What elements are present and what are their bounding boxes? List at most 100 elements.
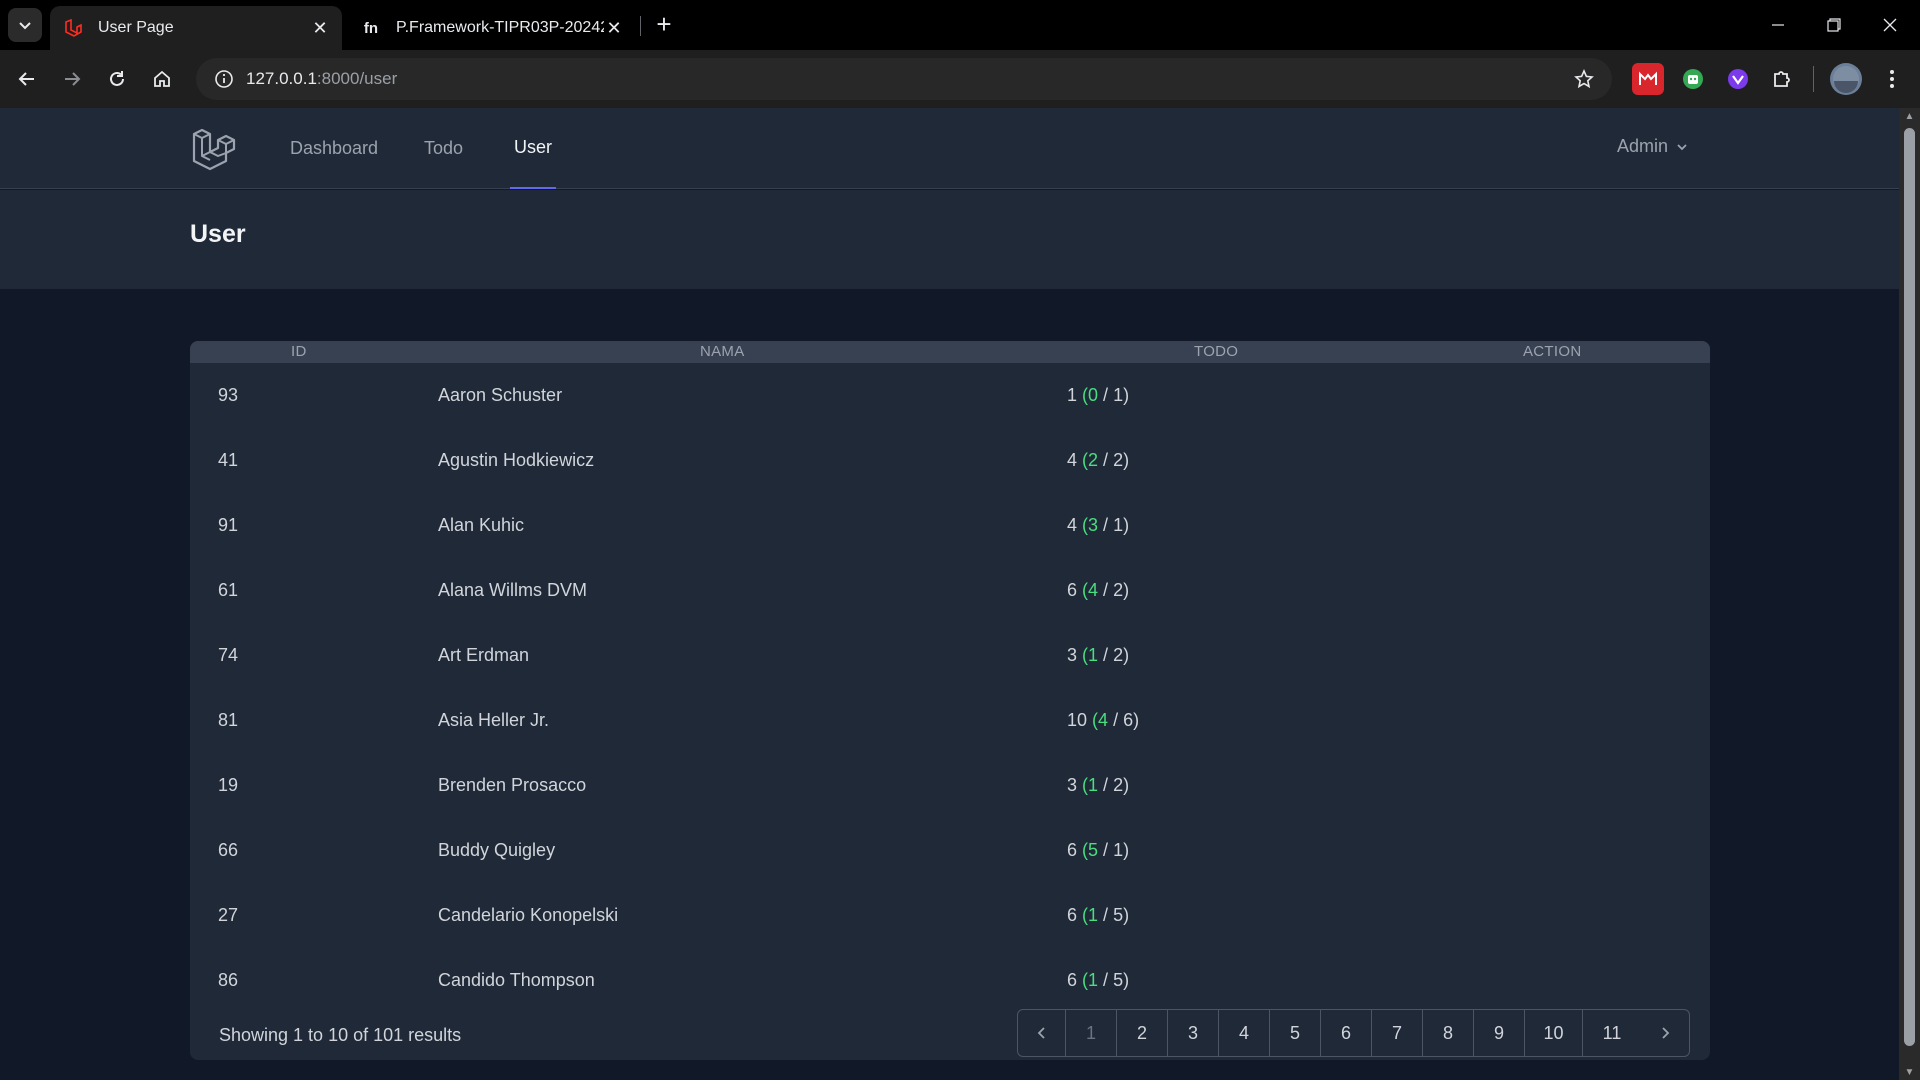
page-scrollbar[interactable]: ▲ ▼ bbox=[1899, 108, 1920, 1080]
todo-pending: 5 bbox=[1113, 905, 1124, 925]
back-button[interactable] bbox=[10, 62, 44, 96]
tab-title: User Page bbox=[98, 19, 174, 36]
reload-button[interactable] bbox=[100, 62, 134, 96]
laravel-favicon-icon bbox=[62, 17, 84, 39]
scrollbar-thumb[interactable] bbox=[1904, 128, 1915, 1046]
todo-total: 6 bbox=[1067, 905, 1078, 925]
pagination-page-10[interactable]: 10 bbox=[1525, 1010, 1583, 1056]
nav-link-dashboard[interactable]: Dashboard bbox=[290, 108, 378, 189]
todo-separator: / bbox=[1098, 840, 1114, 860]
page-header bbox=[0, 190, 1899, 289]
todo-done: 3 bbox=[1088, 515, 1099, 535]
todo-done: 1 bbox=[1088, 905, 1099, 925]
todo-separator: / bbox=[1098, 580, 1114, 600]
forward-button[interactable] bbox=[55, 62, 89, 96]
table-row: 91 Alan Kuhic 4 (3 / 1) bbox=[190, 493, 1710, 558]
cell-nama: Candido Thompson bbox=[438, 970, 595, 990]
todo-done: 1 bbox=[1088, 775, 1099, 795]
cell-id: 81 bbox=[218, 710, 239, 730]
cell-id: 19 bbox=[218, 775, 239, 795]
todo-separator: / bbox=[1098, 905, 1114, 925]
extensions-puzzle-icon[interactable] bbox=[1766, 63, 1798, 95]
cell-id: 86 bbox=[218, 970, 239, 990]
reload-icon bbox=[110, 71, 124, 86]
table-row: 66 Buddy Quigley 6 (5 / 1) bbox=[190, 818, 1710, 883]
table-row: 61 Alana Willms DVM 6 (4 / 2) bbox=[190, 558, 1710, 623]
cell-todo: 4 (3 / 1) bbox=[1067, 515, 1129, 536]
todo-total: 1 bbox=[1067, 385, 1078, 405]
nav-link-user[interactable]: User bbox=[510, 108, 557, 189]
todo-separator: / bbox=[1098, 385, 1114, 405]
todo-pending: 1 bbox=[1113, 840, 1124, 860]
cell-id: 66 bbox=[218, 840, 239, 860]
table-row: 74 Art Erdman 3 (1 / 2) bbox=[190, 623, 1710, 688]
tab-divider bbox=[640, 16, 641, 36]
close-icon bbox=[1883, 18, 1897, 32]
todo-done: 4 bbox=[1088, 580, 1099, 600]
table-row: 93 Aaron Schuster 1 (0 / 1) bbox=[190, 363, 1710, 428]
extension-red-icon[interactable] bbox=[1632, 63, 1664, 95]
restore-button[interactable] bbox=[1806, 0, 1862, 50]
browser-menu-icon[interactable] bbox=[1876, 63, 1908, 95]
pagination-pages: 1 2 3 4 5 6 7 8 9 10 11 bbox=[1066, 1010, 1641, 1056]
pagination-page-11[interactable]: 11 bbox=[1583, 1010, 1641, 1056]
todo-pending: 6 bbox=[1123, 710, 1134, 730]
pagination-page-3[interactable]: 3 bbox=[1168, 1010, 1219, 1056]
tab-search-button[interactable] bbox=[8, 8, 42, 42]
close-tab-icon[interactable]: ✕ bbox=[310, 18, 330, 38]
todo-total: 6 bbox=[1067, 840, 1078, 860]
pagination-page-4[interactable]: 4 bbox=[1219, 1010, 1270, 1056]
pagination-page-2[interactable]: 2 bbox=[1117, 1010, 1168, 1056]
table-header: ID NAMA TODO ACTION bbox=[190, 341, 1710, 363]
extension-purple-icon[interactable] bbox=[1722, 63, 1754, 95]
close-tab-icon[interactable]: ✕ bbox=[604, 18, 624, 38]
scroll-up-arrow-icon[interactable]: ▲ bbox=[1899, 108, 1920, 124]
cell-nama: Buddy Quigley bbox=[438, 840, 556, 860]
todo-pending: 5 bbox=[1113, 970, 1124, 990]
todo-pending: 1 bbox=[1113, 385, 1124, 405]
home-button[interactable] bbox=[145, 62, 179, 96]
pagination-page-6[interactable]: 6 bbox=[1321, 1010, 1372, 1056]
profile-avatar[interactable] bbox=[1830, 63, 1862, 95]
pagination-prev-button[interactable] bbox=[1018, 1010, 1066, 1056]
url-host: 127.0.0.1 bbox=[246, 69, 317, 88]
pagination-page-9[interactable]: 9 bbox=[1474, 1010, 1525, 1056]
tab-framework-course[interactable]: fn P.Framework-TIPR03P-20242: P ✕ bbox=[348, 6, 636, 50]
tab-user-page[interactable]: User Page ✕ bbox=[50, 6, 342, 50]
todo-paren-close: ) bbox=[1123, 775, 1130, 795]
todo-total: 3 bbox=[1067, 645, 1078, 665]
todo-total: 3 bbox=[1067, 775, 1078, 795]
pagination-page-7[interactable]: 7 bbox=[1372, 1010, 1423, 1056]
new-tab-button[interactable]: + bbox=[650, 9, 678, 39]
extension-green-icon[interactable] bbox=[1677, 63, 1709, 95]
url-text: 127.0.0.1:8000/user bbox=[246, 69, 397, 89]
pagination-page-8[interactable]: 8 bbox=[1423, 1010, 1474, 1056]
cell-nama: Alana Willms DVM bbox=[438, 580, 588, 600]
address-bar[interactable]: 127.0.0.1:8000/user bbox=[196, 58, 1612, 100]
laravel-logo-icon[interactable] bbox=[190, 126, 236, 172]
close-window-button[interactable] bbox=[1862, 0, 1918, 50]
cell-nama: Agustin Hodkiewicz bbox=[438, 450, 595, 470]
user-menu-label: Admin bbox=[1617, 136, 1669, 156]
pagination-next-button[interactable] bbox=[1641, 1010, 1689, 1056]
todo-paren-close: ) bbox=[1123, 970, 1130, 990]
todo-paren-close: ) bbox=[1123, 905, 1130, 925]
table-row: 41 Agustin Hodkiewicz 4 (2 / 2) bbox=[190, 428, 1710, 493]
minimize-button[interactable] bbox=[1750, 0, 1806, 50]
scroll-down-arrow-icon[interactable]: ▼ bbox=[1899, 1064, 1920, 1080]
todo-total: 4 bbox=[1067, 450, 1078, 470]
pagination-page-5[interactable]: 5 bbox=[1270, 1010, 1321, 1056]
todo-done: 1 bbox=[1088, 645, 1099, 665]
user-menu-dropdown[interactable]: Admin bbox=[1617, 136, 1688, 157]
cell-id: 61 bbox=[218, 580, 239, 600]
todo-pending: 1 bbox=[1113, 515, 1124, 535]
todo-done: 4 bbox=[1098, 710, 1109, 730]
table-row: 19 Brenden Prosacco 3 (1 / 2) bbox=[190, 753, 1710, 818]
cell-todo: 6 (1 / 5) bbox=[1067, 905, 1129, 926]
nav-link-todo[interactable]: Todo bbox=[424, 108, 463, 189]
site-info-icon[interactable] bbox=[204, 59, 244, 99]
table-row: 27 Candelario Konopelski 6 (1 / 5) bbox=[190, 883, 1710, 948]
arrow-left-icon bbox=[18, 72, 34, 86]
todo-total: 6 bbox=[1067, 970, 1078, 990]
bookmark-star-icon[interactable] bbox=[1572, 67, 1596, 91]
